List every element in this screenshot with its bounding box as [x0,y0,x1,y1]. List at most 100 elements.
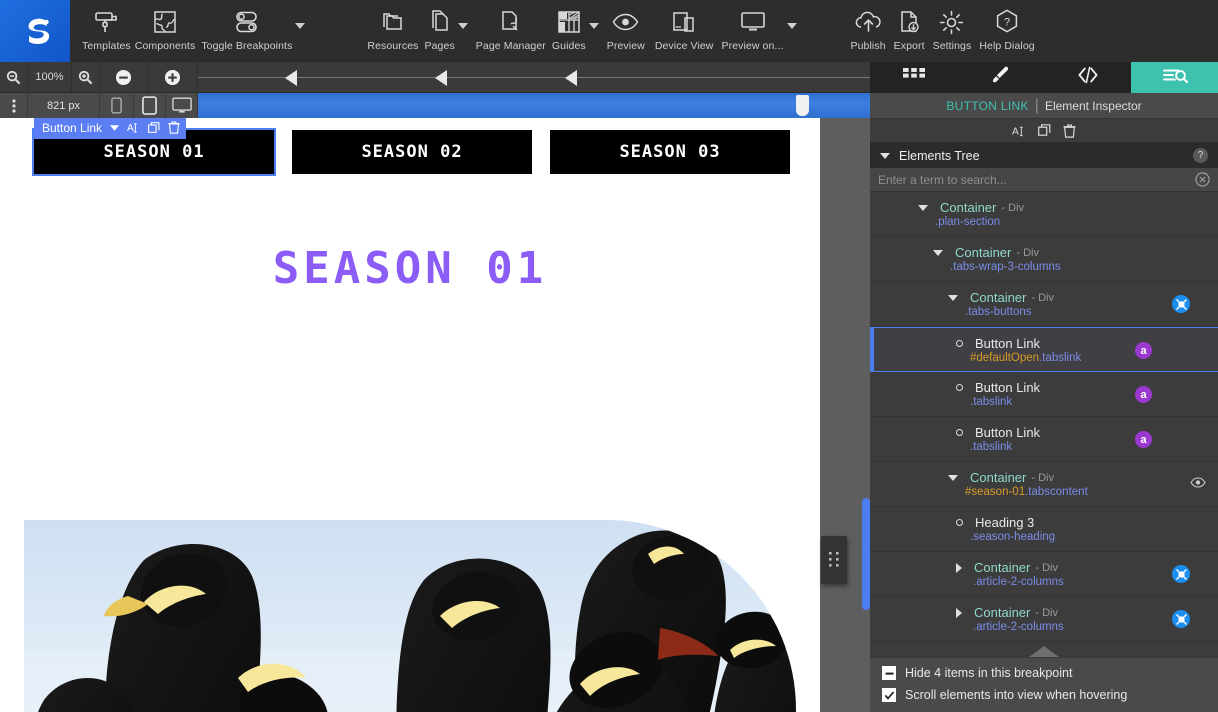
scroll-into-view-checkbox[interactable] [882,688,896,702]
option-scroll-into-view[interactable]: Scroll elements into view when hovering [870,684,1218,706]
tab-inspector[interactable] [1131,62,1218,93]
tab-grid[interactable] [870,62,957,93]
tab-code[interactable] [1044,62,1131,93]
tree-row[interactable]: Button Link .tabslink a [870,417,1218,462]
svg-text:A: A [127,123,134,134]
tree-row[interactable]: Container - Div .tabs-buttons [870,282,1218,327]
page-manager-icon [498,7,524,37]
toolbar-button-export[interactable]: Export [894,0,925,62]
tablet-icon[interactable] [134,93,166,118]
flex-layout-icon[interactable] [1172,295,1190,313]
toolbar-button-publish[interactable]: Publish [851,0,886,62]
trash-icon[interactable] [1063,123,1076,138]
desktop-icon[interactable] [166,93,198,118]
toolbar-button-page-manager[interactable]: Page Manager [476,0,546,62]
search-input[interactable] [878,172,1195,187]
tree-row[interactable]: Button Link #defaultOpen.tabslink a [870,327,1218,372]
eye-icon[interactable] [1190,477,1206,488]
zoom-in-icon[interactable] [72,61,100,93]
selection-badge[interactable]: Button Link A [34,118,187,139]
duplicate-icon[interactable] [148,121,160,134]
tree-row[interactable]: Container - Div .article-2-columns [870,597,1218,642]
tree-row-name: Button Link [975,380,1041,395]
toolbar-button-preview-on[interactable]: Preview on... [722,0,784,62]
top-toolbar: Templates Components Toggle Breakpoints Res… [0,0,1218,62]
flex-layout-icon[interactable] [1172,610,1190,628]
breakpoint-marker-2[interactable] [435,69,447,86]
tree-row[interactable]: Container - Div .article-2-columns [870,552,1218,597]
text-cursor-icon[interactable]: A [127,121,140,134]
clear-circle-icon[interactable] [1195,172,1210,187]
inspector-element-name: BUTTON LINK [946,98,1029,113]
tree-row[interactable]: Heading 3 .season-heading [870,507,1218,552]
toolbar-button-settings[interactable]: Settings [933,0,972,62]
tree-row[interactable]: Button Link .tabslink a [870,372,1218,417]
question-icon[interactable]: ? [1193,148,1208,163]
tree-scroll-up[interactable] [870,644,1218,658]
option-scroll-into-view-label: Scroll elements into view when hovering [905,688,1128,702]
breakpoint-marker-1[interactable] [285,69,297,86]
duplicate-icon[interactable] [1038,124,1051,137]
triangle-right-icon[interactable] [956,562,962,573]
zoom-level[interactable]: 100% [28,61,72,93]
drag-dots-icon[interactable] [821,536,847,584]
toolbar-button-device-view[interactable]: Device View [655,0,714,62]
triangle-down-icon[interactable] [880,152,890,159]
tree-row[interactable]: Container - Div .tabs-wrap-3-columns [870,237,1218,282]
canvas-scrollbar[interactable] [862,236,870,712]
tree-row-selector: .plan-section [935,216,1001,228]
toolbar-button-pages[interactable]: Pages [425,0,455,62]
selection-badge-label: Button Link [42,120,103,135]
toolbar-button-toggle-breakpoints[interactable]: Toggle Breakpoints [201,0,292,62]
chevron-down-icon[interactable] [786,23,797,29]
tab-label: SEASON 03 [619,142,721,162]
phone-icon[interactable] [100,93,134,118]
text-cursor-icon[interactable]: A [1012,124,1026,138]
chevron-down-icon[interactable] [295,23,306,29]
elements-tree[interactable]: Container - Div .plan-section Container - Di… [870,192,1218,658]
anchor-badge: a [1135,342,1152,359]
elements-tree-header[interactable]: Elements Tree ? [870,143,1218,168]
triangle-down-icon[interactable] [948,474,958,481]
tree-footer-options: Hide 4 items in this breakpoint Scroll e… [870,658,1218,712]
option-hide-items[interactable]: Hide 4 items in this breakpoint [870,662,1218,684]
tree-row-tag: - Div [1031,291,1054,304]
triangle-right-icon[interactable] [956,607,962,618]
help-icon: ? [995,7,1019,37]
triangle-down-icon[interactable] [933,249,943,256]
toolbar-button-preview[interactable]: Preview [607,0,645,62]
breakpoint-slider-thumb[interactable] [796,95,809,116]
code-icon [1077,66,1099,89]
toolbar-button-label: Pages [424,40,455,52]
breakpoint-marker-3[interactable] [565,69,577,86]
hide-items-checkbox[interactable] [882,666,896,680]
trash-icon[interactable] [168,121,180,134]
tab-styles[interactable] [957,62,1044,93]
tree-row[interactable]: Container - Div .plan-section [870,192,1218,237]
breakpoint-ruler[interactable] [198,62,870,93]
toolbar-button-components[interactable]: Components [135,0,196,62]
chevron-down-icon[interactable] [110,124,120,131]
triangle-down-icon[interactable] [948,294,958,301]
canvas-area[interactable]: SEASON 01 SEASON 02 SEASON 03 Button Lin… [0,118,870,712]
flex-layout-icon[interactable] [1172,565,1190,583]
decrease-width-button[interactable] [100,61,148,93]
tab-season-03[interactable]: SEASON 03 [550,130,790,174]
vertical-dots-icon[interactable] [0,93,28,118]
chevron-down-icon[interactable] [588,23,599,29]
toolbar-button-help-dialog[interactable]: ? Help Dialog [979,0,1035,62]
canvas-scrollbar-thumb[interactable] [862,498,870,610]
increase-width-button[interactable] [148,61,198,93]
elements-tree-search[interactable] [870,168,1218,192]
tab-season-02[interactable]: SEASON 02 [292,130,532,174]
page-preview[interactable]: SEASON 01 SEASON 02 SEASON 03 Button Lin… [0,118,820,712]
toolbar-button-templates[interactable]: Templates [82,0,131,62]
breakpoint-slider[interactable] [198,93,870,118]
triangle-down-icon[interactable] [918,204,928,211]
chevron-down-icon[interactable] [457,23,468,29]
toolbar-button-guides[interactable]: Guides [552,0,586,62]
zoom-out-icon[interactable] [0,61,28,93]
tree-row[interactable]: Container - Div #season-01.tabscontent [870,462,1218,507]
breakpoint-width-value[interactable]: 821 px [28,93,100,118]
toolbar-button-resources[interactable]: Resources [367,0,418,62]
